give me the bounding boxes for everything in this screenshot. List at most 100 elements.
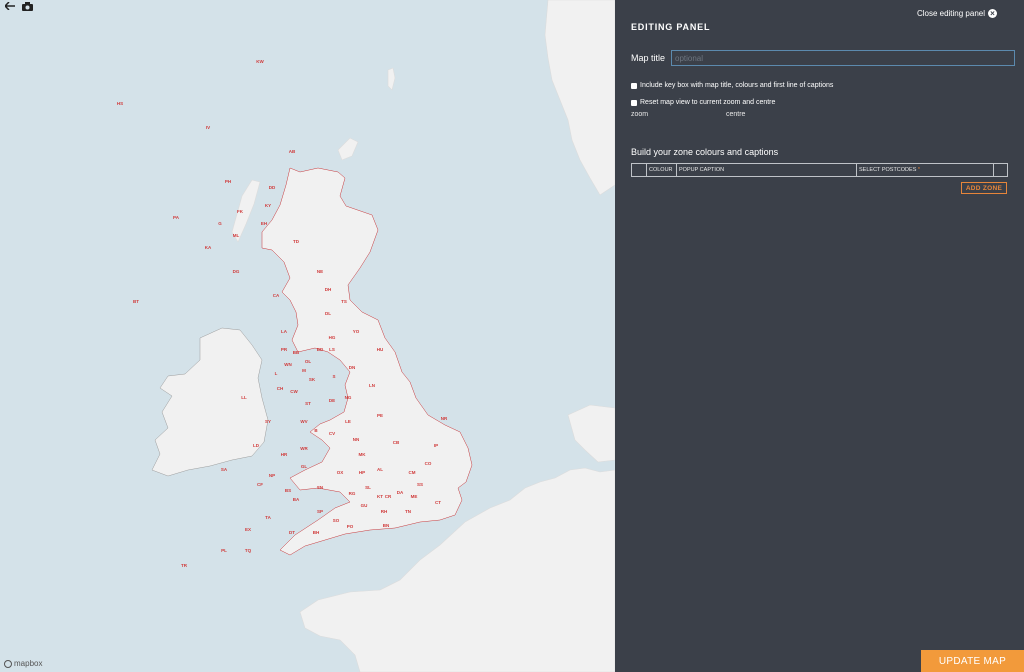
postcode-label-dd: DD [269,185,276,190]
update-map-button[interactable]: UPDATE MAP [921,650,1024,672]
include-key-checkbox[interactable] [631,82,637,89]
reset-view-label: Reset map view to current zoom and centr… [640,99,776,106]
arrow-left-icon[interactable] [5,2,19,16]
postcode-label-ln: LN [369,383,375,388]
postcode-label-l: L [275,371,278,376]
include-key-label: Include key box with map title, colours … [640,82,834,89]
add-zone-button[interactable]: ADD ZONE [961,182,1007,194]
table-header-cell [994,164,1007,176]
postcode-label-wv: WV [300,419,307,424]
postcode-label-pl: PL [221,548,227,553]
postcode-label-cr: CR [385,494,392,499]
land-orkney [337,137,359,161]
postcode-label-cm: CM [409,470,416,475]
postcode-label-bh: BH [313,530,320,535]
postcode-label-cb: CB [393,440,400,445]
postcode-label-wr: WR [300,446,308,451]
land-shetland [387,67,396,91]
postcode-label-ch: CH [277,386,284,391]
camera-icon[interactable] [22,2,36,16]
postcode-label-ld: LD [253,443,260,448]
postcode-label-wn: WN [284,362,292,367]
postcode-label-so: SO [333,518,340,523]
panel-title: EDITING PANEL [631,22,711,32]
postcode-label-kt: KT [377,494,383,499]
postcode-label-tq: TQ [245,548,252,553]
map-title-label: Map title [631,53,666,63]
postcode-label-dh: DH [325,287,332,292]
map-canvas[interactable]: KWHSIVABPHDDKYFKPAG EHMLKATDDG NEBTCADHTSD… [0,0,615,672]
reset-view-row[interactable]: Reset map view to current zoom and centr… [631,99,775,106]
centre-label: centre [726,111,746,118]
postcode-label-iv: IV [206,125,210,130]
table-header-cell [632,164,647,176]
close-editing-panel-link[interactable]: Close editing panel × [917,9,997,18]
include-key-row[interactable]: Include key box with map title, colours … [631,82,833,89]
postcode-label-bs: BS [285,488,291,493]
postcode-label-ls: LS [329,347,335,352]
postcode-label-dg: DG [233,269,240,274]
postcode-label-hg: HG [329,335,336,340]
land-norway [544,0,615,196]
postcode-label-hr: HR [281,452,288,457]
postcode-label-ss: SS [417,482,423,487]
map-title-input[interactable] [671,50,1015,66]
postcode-label-ip: IP [434,443,438,448]
postcode-label-ky: KY [265,203,271,208]
postcode-label-ol: OL [305,359,312,364]
postcode-label-rg: RG [349,491,356,496]
postcode-label-sl: SL [365,485,371,490]
postcode-label-td: TD [293,239,300,244]
postcode-label-tr: TR [181,563,188,568]
table-header-popup-caption: POPUP CAPTION [677,164,857,176]
postcode-label-np: NP [269,473,275,478]
postcode-label-ll: LL [241,395,247,400]
postcode-label-pa: PA [173,215,180,220]
close-label: Close editing panel [916,9,985,18]
postcode-label-ph: PH [225,179,231,184]
postcode-label-hp: HP [359,470,365,475]
postcode-label-tn: TN [405,509,411,514]
postcode-label-sa: SA [221,467,228,472]
postcode-label-gu: GU [361,503,368,508]
postcode-label-ml: ML [233,233,240,238]
postcode-label-bb: BB [293,350,300,355]
postcode-label-m: M [302,368,306,373]
postcode-label-ct: CT [435,500,441,505]
required-marker: * [917,167,921,173]
postcode-label-bd: BD [317,347,324,352]
postcode-label-ox: OX [337,470,344,475]
postcode-label-ba: BA [293,497,300,502]
map-view[interactable]: KW HS IV AB PH DD KY FK PA G EH ML KA TD DG NE BT CA DH TS D… [0,0,615,672]
postcode-label-al: AL [377,467,383,472]
postcode-label-cf: CF [257,482,263,487]
zoom-label: zoom [631,111,649,118]
postcode-label-da: DA [397,490,404,495]
postcode-label-le: LE [345,419,351,424]
close-circle-icon[interactable]: × [988,9,997,18]
postcode-label-mk: MK [359,452,367,457]
postcode-label-po: PO [347,524,354,529]
postcode-label-me: ME [411,494,418,499]
reset-view-checkbox[interactable] [631,99,637,106]
postcode-label-co: CO [425,461,432,466]
postcode-label-ex: EX [245,527,251,532]
mapbox-attribution[interactable]: mapbox [4,659,42,668]
postcode-label-eh: EH [261,221,267,226]
postcode-label-st: ST [305,401,311,406]
table-header-colour: COLOUR [647,164,677,176]
land-ireland [151,327,269,477]
postcode-label-sn: SN [317,485,323,490]
postcode-label-fk: FK [237,209,244,214]
postcode-label-cw: CW [290,389,298,394]
postcode-label-sy: SY [265,419,271,424]
postcode-label-ts: TS [341,299,347,304]
postcode-label-bn: BN [383,523,390,528]
editing-panel: Close editing panel × EDITING PANEL Map … [615,0,1024,672]
zone-table-header: COLOUR POPUP CAPTION SELECT POSTCODES * [631,163,1008,177]
land-denmark [567,404,615,463]
postcode-label-pr: PR [281,347,288,352]
postcode-label-ta: TA [265,515,271,520]
select-postcodes-label: SELECT POSTCODES [859,167,917,173]
postcode-label-dn: DN [349,365,356,370]
